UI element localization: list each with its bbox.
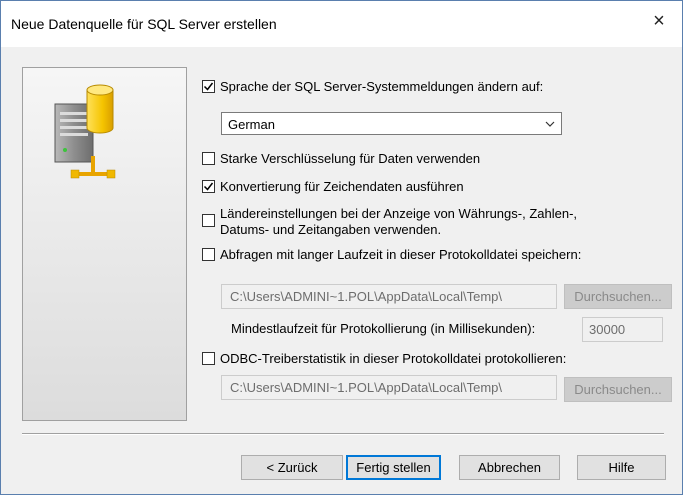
strong-encryption-label: Starke Verschlüsselung für Daten verwend… <box>220 151 481 166</box>
char-conversion-label: Konvertierung für Zeichendaten ausführen <box>220 179 464 194</box>
odbc-stats-browse-button[interactable]: Durchsuchen... <box>564 377 672 402</box>
separator-line <box>22 433 664 435</box>
min-runtime-label: Mindestlaufzeit für Protokollierung (in … <box>231 321 536 336</box>
odbc-stats-checkbox[interactable] <box>202 352 215 365</box>
odbc-stats-path-field[interactable]: C:\Users\ADMINI~1.POL\AppData\Local\Temp… <box>221 375 557 400</box>
window-title: Neue Datenquelle für SQL Server erstelle… <box>11 16 277 32</box>
regional-settings-label-line1: Ländereinstellungen bei der Anzeige von … <box>220 206 578 221</box>
change-language-checkbox[interactable] <box>202 80 215 93</box>
odbc-stats-label: ODBC-Treiberstatistik in dieser Protokol… <box>220 351 567 366</box>
help-button[interactable]: Hilfe <box>577 455 666 480</box>
long-queries-checkbox[interactable] <box>202 248 215 261</box>
long-queries-browse-button[interactable]: Durchsuchen... <box>564 284 672 309</box>
language-select[interactable]: German <box>221 112 562 135</box>
long-queries-label: Abfragen mit langer Laufzeit in dieser P… <box>220 247 582 262</box>
regional-settings-label: Ländereinstellungen bei der Anzeige von … <box>220 206 577 238</box>
strong-encryption-checkbox[interactable] <box>202 152 215 165</box>
min-runtime-field[interactable]: 30000 <box>582 317 663 342</box>
long-queries-option[interactable]: Abfragen mit langer Laufzeit in dieser P… <box>202 247 581 263</box>
regional-settings-label-line2: Datums- und Zeitangaben verwenden. <box>220 222 442 237</box>
odbc-stats-option[interactable]: ODBC-Treiberstatistik in dieser Protokol… <box>202 351 566 367</box>
side-image-panel <box>22 67 187 421</box>
back-button[interactable]: < Zurück <box>241 455 343 480</box>
regional-settings-checkbox[interactable] <box>202 214 215 227</box>
title-bar: Neue Datenquelle für SQL Server erstelle… <box>1 1 682 47</box>
chevron-down-icon <box>545 121 555 127</box>
char-conversion-option[interactable]: Konvertierung für Zeichendaten ausführen <box>202 179 464 195</box>
change-language-label: Sprache der SQL Server-Systemmeldungen ä… <box>220 79 544 94</box>
strong-encryption-option[interactable]: Starke Verschlüsselung für Daten verwend… <box>202 151 480 167</box>
regional-settings-option[interactable]: Ländereinstellungen bei der Anzeige von … <box>202 206 577 238</box>
change-language-option[interactable]: Sprache der SQL Server-Systemmeldungen ä… <box>202 79 543 95</box>
dialog-window: Neue Datenquelle für SQL Server erstelle… <box>0 0 683 495</box>
finish-button[interactable]: Fertig stellen <box>346 455 441 480</box>
close-icon: × <box>653 9 665 32</box>
cancel-button[interactable]: Abbrechen <box>459 455 560 480</box>
checkmark-icon <box>203 82 214 91</box>
char-conversion-checkbox[interactable] <box>202 180 215 193</box>
close-button[interactable]: × <box>636 1 682 41</box>
long-queries-path-field[interactable]: C:\Users\ADMINI~1.POL\AppData\Local\Temp… <box>221 284 557 309</box>
checkmark-icon <box>203 182 214 191</box>
language-select-value: German <box>228 117 275 132</box>
database-server-network-icon <box>54 84 116 179</box>
